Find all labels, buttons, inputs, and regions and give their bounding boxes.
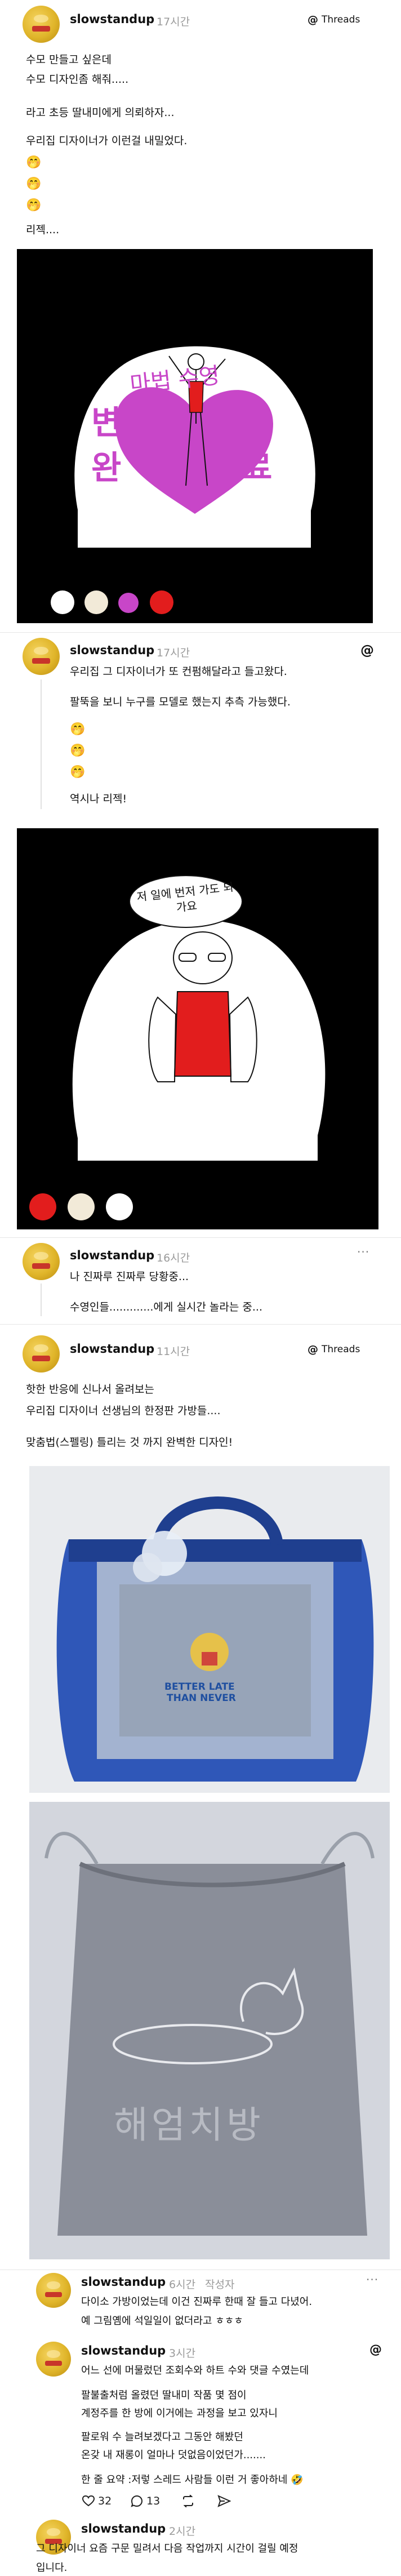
heart-icon [82, 2495, 95, 2507]
avatar[interactable] [23, 638, 60, 675]
username[interactable]: slowstandup [70, 1342, 154, 1356]
username[interactable]: slowstandup [81, 2344, 166, 2357]
share-button[interactable] [217, 2495, 231, 2507]
drawing-left-text: 변 완 [91, 403, 122, 487]
like-count: 32 [98, 2495, 112, 2507]
comment-text-line: 한 줄 요약 :저렇 스레드 사람들 이런 거 좋아하네 🤣 [81, 2472, 304, 2488]
post-text-line: 수모 디자인좀 해줘..... [26, 73, 129, 86]
post-text-line: 역시나 리젝! [70, 793, 127, 805]
hand-over-mouth-emoji: 🤭 [26, 177, 42, 191]
comment-text-line: 팔로워 수 늘려보겠다고 그동안 해봤던 [81, 2431, 243, 2443]
repost-button[interactable] [181, 2495, 195, 2507]
comment-text-line: 팔불출처럼 올렸던 딸내미 작품 몇 점이 [81, 2390, 247, 2401]
threads-logo-icon[interactable]: @ [369, 2343, 382, 2357]
post-time: 17시간 [157, 16, 190, 28]
swim-cap-drawing [74, 346, 315, 548]
post-time: 16시간 [157, 1252, 190, 1264]
post-image-pouch-photo[interactable]: 해엄치방 [29, 1802, 390, 2259]
post-image-drawing-2[interactable]: 저 일에 번저 가도 되가요 [17, 828, 378, 1229]
username[interactable]: slowstandup [70, 643, 154, 657]
post-time: 6시간 [169, 2279, 196, 2291]
comment-text-line: 계정주를 한 방에 이거에는 과정을 보고 있자니 [81, 2408, 278, 2419]
avatar[interactable] [23, 1335, 60, 1373]
more-options-button[interactable]: ··· [366, 2273, 378, 2286]
more-options-button[interactable]: ··· [357, 1245, 369, 1259]
post-time: 17시간 [157, 647, 190, 659]
color-swatch [150, 590, 173, 614]
comment-text-line: 온갖 내 재롱이 얼마나 덧없음이었던가....... [81, 2449, 266, 2461]
threads-source-label[interactable]: @ Threads [308, 14, 360, 26]
bag-print-text: THAN NEVER [167, 1693, 236, 1704]
bag-print-text: BETTER LATE [164, 1681, 235, 1693]
color-swatch [68, 1193, 95, 1220]
blue-bag-photo [56, 1496, 374, 1782]
post-text-line: 우리집 디자이너가 이런걸 내밀었다. [26, 135, 188, 147]
avatar[interactable] [36, 2342, 71, 2377]
threads-source-label[interactable]: @ Threads [308, 1343, 360, 1356]
divider [0, 1237, 401, 1238]
threads-logo-icon[interactable]: @ [360, 642, 374, 658]
avatar[interactable] [23, 6, 60, 43]
post-text-line: 라고 초등 딸내미에게 의뢰하자... [26, 106, 175, 119]
author-tag: 작성자 [205, 2279, 235, 2291]
comment-text-line: 입니다. [36, 2562, 68, 2574]
pouch-print-text: 해엄치방 [114, 2103, 264, 2147]
post-image-drawing-1[interactable]: 마법 수영 변 완 신 료 [17, 249, 373, 623]
hand-over-mouth-emoji: 🤭 [26, 156, 42, 170]
username[interactable]: slowstandup [81, 2275, 166, 2289]
threads-logo-icon: @ [308, 1343, 318, 1356]
comment-text-line: 예 그림옘에 석일일이 없더라고 ㅎㅎㅎ [81, 2315, 243, 2327]
send-icon [217, 2495, 231, 2507]
reply-count: 13 [146, 2495, 161, 2507]
rofl-emoji: 🤣 [291, 2474, 304, 2486]
post-image-bag-photo[interactable]: BETTER LATE THAN NEVER [29, 1466, 390, 1793]
hand-over-mouth-emoji: 🤭 [70, 744, 86, 758]
username[interactable]: slowstandup [70, 12, 154, 26]
gray-pouch-photo [44, 1832, 375, 2236]
like-button[interactable]: 32 [82, 2495, 112, 2507]
post-time: 11시간 [157, 1345, 190, 1358]
divider [0, 2269, 401, 2270]
comment-text-line: 어느 선에 머물렀던 조회수와 하트 수와 댓글 수였는데 [81, 2365, 309, 2377]
comment-icon [131, 2495, 143, 2507]
post-time: 3시간 [169, 2347, 196, 2360]
username[interactable]: slowstandup [70, 1249, 154, 1262]
color-swatch [29, 1193, 56, 1220]
post-time: 2시간 [169, 2525, 196, 2538]
hand-over-mouth-emoji: 🤭 [26, 198, 42, 212]
color-swatch [84, 590, 108, 614]
drawing-right-text: 신 료 [242, 403, 273, 487]
thread-line [41, 679, 42, 809]
color-swatch [118, 593, 139, 613]
hand-over-mouth-emoji: 🤭 [70, 765, 86, 779]
divider [0, 1324, 401, 1325]
avatar[interactable] [23, 1243, 60, 1280]
comment-text-line: 그 디자이너 요즘 구문 밀려서 다음 작업까지 시간이 걸릴 예정 [36, 2543, 298, 2555]
post-text-line: 우리집 디자이너 선생님의 한정판 가방들.... [26, 1405, 221, 1417]
post-text-line: 수영인들.............에게 실시간 놀라는 중... [70, 1301, 262, 1313]
post-text-line: 팔뚝을 보니 누구를 모델로 했는지 추측 가능했다. [70, 696, 291, 708]
post-text-line: 나 진짜루 진짜루 당황중... [70, 1271, 189, 1283]
comment-text-line-content: 한 줄 요약 :저렇 스레드 사람들 이런 거 좋아하네 [81, 2474, 288, 2486]
threads-label: Threads [322, 14, 360, 25]
color-swatch [51, 590, 74, 614]
post-text-line: 우리집 그 디자이너가 또 컨펌해달라고 들고왔다. [70, 665, 287, 678]
threads-label: Threads [322, 1344, 360, 1355]
color-swatch [106, 1193, 133, 1220]
post-text-line: 수모 만들고 싶은데 [26, 54, 112, 66]
reply-button[interactable]: 13 [131, 2495, 160, 2507]
hand-over-mouth-emoji: 🤭 [70, 722, 86, 736]
avatar[interactable] [36, 2273, 71, 2308]
post-text-line: 리젝.... [26, 224, 60, 236]
thread-line [41, 1283, 42, 1316]
post-text-line: 맞춤법(스펠링) 틀리는 것 까지 완벽한 디자인! [26, 1436, 233, 1449]
username[interactable]: slowstandup [81, 2522, 166, 2535]
divider [0, 632, 401, 633]
post-text-line: 핫한 반응에 신나서 올려보는 [26, 1383, 154, 1396]
comment-text-line: 다이소 가방이었는데 이건 진짜루 한때 잘 들고 다녔어. [81, 2296, 313, 2308]
threads-logo-icon: @ [308, 14, 318, 26]
repost-icon [183, 2495, 193, 2507]
